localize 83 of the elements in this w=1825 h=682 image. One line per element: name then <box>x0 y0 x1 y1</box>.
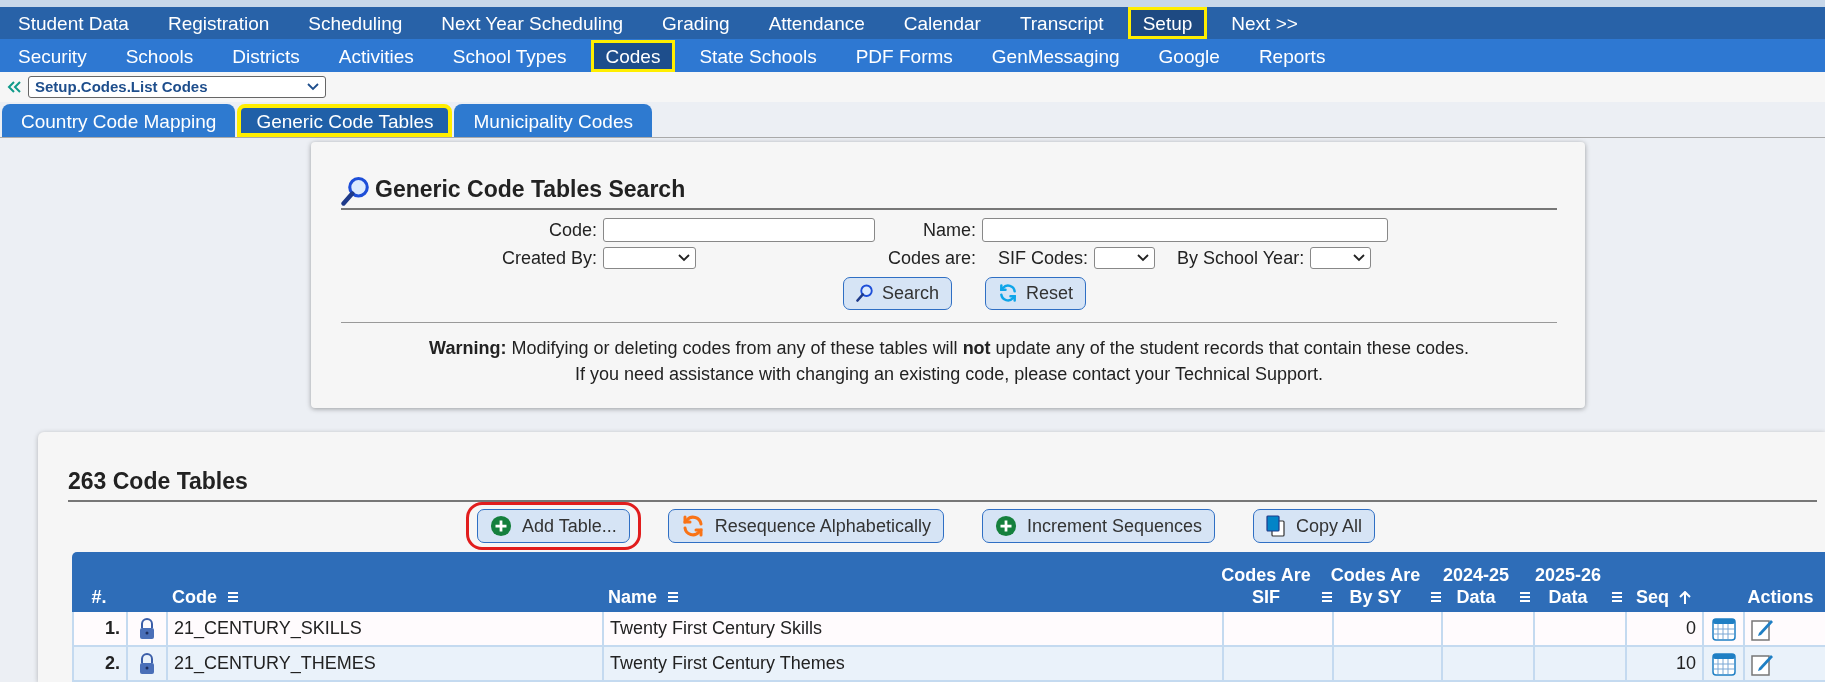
menu-item[interactable]: PDF Forms <box>840 39 968 72</box>
chevron-down-icon <box>1137 254 1150 262</box>
panel-title: Generic Code Tables Search <box>375 174 686 204</box>
search-icon <box>341 176 371 206</box>
copy-icon <box>1266 515 1286 537</box>
menu-item[interactable]: Attendance <box>753 7 880 40</box>
menu-item[interactable]: Next >> <box>1216 7 1313 40</box>
tab[interactable]: Municipality Codes <box>454 103 652 137</box>
menu-item[interactable]: GenMessaging <box>976 39 1135 72</box>
tab[interactable]: Generic Code Tables <box>237 103 453 137</box>
field-label: SIF Codes: <box>998 246 1089 270</box>
sif-codes-select[interactable] <box>1094 247 1156 269</box>
school-year-select[interactable] <box>1310 247 1372 269</box>
toolbar-button[interactable]: Resequence Alphabetically <box>667 509 944 543</box>
table-cell-text: Twenty First Century Skills <box>610 617 823 640</box>
calendar-icon[interactable] <box>1711 616 1736 641</box>
column-header[interactable]: Name <box>608 586 658 608</box>
sort-arrow-icon[interactable] <box>1679 591 1691 605</box>
menu-item[interactable]: Districts <box>217 39 315 72</box>
search-button[interactable]: Search <box>843 276 953 310</box>
menu-item[interactable]: Setup <box>1127 7 1208 40</box>
menu-item[interactable]: Next Year Scheduling <box>426 7 639 40</box>
table-cell-text: 21_CENTURY_SKILLS <box>174 617 362 641</box>
menu-icon[interactable] <box>1320 591 1333 603</box>
field-label: Code: <box>547 218 597 242</box>
menu-item[interactable]: Reports <box>1243 39 1341 72</box>
toolbar-button[interactable]: Increment Sequences <box>981 509 1215 543</box>
menu-item[interactable]: Security <box>3 39 102 72</box>
menu-item[interactable]: Google <box>1143 39 1235 72</box>
chevron-down-icon <box>1353 254 1366 262</box>
created-by-select[interactable] <box>603 247 696 269</box>
collapse-icon[interactable] <box>6 80 22 94</box>
toolbar-button[interactable]: Add Table... <box>477 509 630 543</box>
menu-item[interactable]: School Types <box>437 39 582 72</box>
column-header[interactable]: Actions <box>1747 586 1814 608</box>
column-header[interactable]: 2025-26 Data <box>1534 564 1602 608</box>
column-header[interactable]: #. <box>91 586 107 608</box>
menu-icon[interactable] <box>1430 591 1443 603</box>
warning-text: Warning: Modifying or deleting codes from any of these tables will not update any of the student records that contain these codes. <box>428 337 1470 360</box>
field-label: By School Year: <box>1177 246 1305 270</box>
menu-item[interactable]: Grading <box>647 7 745 40</box>
search-icon <box>856 284 874 302</box>
toolbar-button[interactable]: Copy All <box>1253 509 1376 543</box>
menu-item[interactable]: Scheduling <box>293 7 418 40</box>
column-header[interactable]: Seq <box>1636 586 1669 608</box>
menu-icon[interactable] <box>667 591 680 603</box>
column-header[interactable]: Codes Are By SY <box>1330 564 1421 608</box>
menu-item[interactable]: Codes <box>590 39 676 72</box>
field-label: Codes are: <box>886 246 976 270</box>
name-input[interactable] <box>982 218 1388 242</box>
menu-item[interactable]: State Schools <box>684 39 832 72</box>
plus-icon <box>490 515 512 537</box>
row-number: 1. <box>105 617 120 640</box>
chevron-down-icon <box>678 254 690 262</box>
menu-item[interactable]: Registration <box>152 7 285 40</box>
menu-item[interactable]: Transcript <box>1004 7 1119 40</box>
code-input[interactable] <box>603 218 875 242</box>
column-header[interactable]: Codes Are SIF <box>1221 564 1311 608</box>
field-label: Name: <box>922 218 976 242</box>
reset-button[interactable]: Reset <box>985 276 1087 310</box>
menu-icon[interactable] <box>1611 591 1624 603</box>
table-cell-text: 21_CENTURY_THEMES <box>174 652 376 676</box>
menu-icon[interactable] <box>1519 591 1532 603</box>
menu-item[interactable]: Student Data <box>3 7 144 40</box>
breadcrumb-dropdown[interactable]: Setup.Codes.List Codes <box>28 76 326 98</box>
menu-item[interactable]: Calendar <box>888 7 996 40</box>
column-header[interactable]: 2024-25 Data <box>1442 564 1510 608</box>
calendar-icon[interactable] <box>1711 651 1736 676</box>
menu-icon[interactable] <box>227 591 239 603</box>
refresh-icon <box>998 283 1019 303</box>
table-cell-text: 0 <box>1686 617 1696 640</box>
section-title: 263 Code Tables <box>68 467 248 494</box>
table-cell-text: Twenty First Century Themes <box>610 652 845 675</box>
tab[interactable]: Country Code Mapping <box>2 103 236 137</box>
menu-item[interactable]: Activities <box>323 39 429 72</box>
chevron-down-icon <box>307 83 319 91</box>
table-cell-text: 10 <box>1675 652 1696 675</box>
menu-item[interactable]: Schools <box>110 39 209 72</box>
row-number: 2. <box>105 652 120 675</box>
support-note: If you need assistance with changing an existing code, please contact your Technical Support. <box>573 363 1325 386</box>
plus-icon <box>994 515 1017 537</box>
field-label: Created By: <box>500 246 597 270</box>
column-header[interactable]: Code <box>172 586 217 608</box>
